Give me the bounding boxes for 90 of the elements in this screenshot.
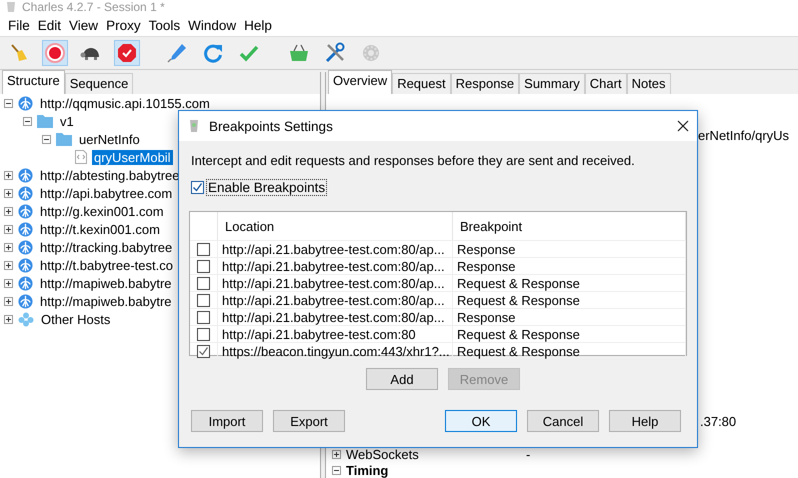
help-button[interactable]: Help (609, 410, 681, 432)
section-name: WebSockets (346, 446, 420, 462)
section-name: Timing (346, 462, 390, 478)
table-cell: Request & Response (453, 326, 686, 342)
checkbox[interactable] (197, 328, 210, 340)
tree-item[interactable]: qryUserMobil (92, 150, 173, 164)
ok-button[interactable]: OK (445, 410, 517, 432)
tab[interactable]: Chart (584, 73, 627, 94)
checkbox[interactable] (191, 181, 204, 194)
menu-item[interactable]: Edit (34, 18, 66, 32)
checkbox[interactable] (197, 260, 210, 272)
tree-item[interactable]: http://qqmusic.api.10155.com (38, 96, 212, 110)
description: Intercept and edit requests and responses before they are sent and received. (191, 153, 636, 168)
expander-icon[interactable] (4, 224, 13, 234)
checkbox[interactable] (197, 310, 210, 324)
stop-sign-icon[interactable] (114, 40, 140, 66)
expander-icon[interactable] (4, 296, 13, 306)
import-button[interactable]: Import (191, 410, 263, 432)
jar-icon (6, 1, 16, 13)
tree-item[interactable]: http://abtesting.babytree (38, 168, 182, 182)
expander-icon[interactable] (4, 188, 13, 198)
menu-item[interactable]: View (65, 18, 102, 32)
tab[interactable]: Request (392, 73, 451, 94)
tree-item[interactable]: http://t.kexin001.com (38, 222, 162, 236)
expander-icon[interactable] (4, 242, 13, 252)
tab[interactable]: Notes (626, 73, 671, 94)
menu-item[interactable]: Help (240, 18, 276, 32)
tab[interactable]: Response (450, 73, 520, 94)
table-cell: http://api.21.babytree-test.com:80/ap... (218, 258, 453, 274)
tab[interactable]: Sequence (64, 73, 134, 94)
value-text: - (526, 446, 530, 462)
cancel-button[interactable]: Cancel (527, 410, 599, 432)
table-cell: http://api.21.babytree-test.com:80/ap... (218, 292, 453, 308)
file-icon (75, 150, 87, 164)
table-cell: Request & Response (453, 343, 686, 359)
expander-icon[interactable] (23, 116, 32, 126)
menu-item[interactable]: Proxy (102, 18, 145, 32)
table-cell: Response (453, 309, 686, 325)
expander-icon[interactable] (4, 206, 13, 216)
expander-icon[interactable] (4, 314, 13, 324)
value-text: .37:80 (700, 414, 736, 430)
export-button[interactable]: Export (273, 410, 345, 432)
folder-icon (37, 114, 53, 128)
column-header[interactable]: Location (218, 212, 453, 240)
tree-item[interactable]: uerNetInfo (77, 132, 142, 146)
table-cell: http://api.21.babytree-test.com:80/ap... (218, 275, 453, 291)
checkbox[interactable] (197, 294, 210, 306)
tree-item[interactable]: v1 (58, 114, 76, 128)
folder-icon (56, 132, 72, 146)
jar-icon (189, 119, 199, 133)
tree-item[interactable]: http://mapiweb.babytre (38, 294, 174, 308)
add-button[interactable]: Add (366, 368, 438, 390)
column-header[interactable]: Breakpoint (453, 212, 686, 240)
menu-item[interactable]: File (4, 18, 34, 32)
window-title: Charles 4.2.7 - Session 1 * (22, 0, 165, 14)
value-text: erNetInfo/qryUs (698, 128, 790, 144)
table-cell: Request & Response (453, 275, 686, 291)
table-cell: https://beacon.tingyun.com:443/xhr1?... (218, 343, 453, 359)
menu-item[interactable]: Window (184, 18, 240, 32)
hosts-icon (18, 312, 34, 326)
checkbox[interactable] (197, 242, 210, 256)
table-cell: Request & Response (453, 292, 686, 308)
tree-item[interactable]: http://api.babytree.com (38, 186, 174, 200)
tree-item[interactable]: http://g.kexin001.com (38, 204, 166, 218)
checkbox[interactable] (197, 276, 210, 290)
table-cell: http://api.21.babytree-test.com:80 (218, 326, 453, 342)
tab[interactable]: Structure (2, 70, 65, 94)
tab[interactable]: Overview (328, 70, 392, 94)
expander-icon[interactable] (332, 466, 341, 474)
expander-icon[interactable] (332, 450, 341, 458)
checkbox-label[interactable]: Enable Breakpoints (207, 180, 326, 195)
expander-icon[interactable] (4, 170, 13, 180)
tree-item[interactable]: Other Hosts (39, 312, 112, 326)
expander-icon[interactable] (4, 260, 13, 270)
table-cell: http://api.21.babytree-test.com:80/ap... (218, 241, 453, 257)
record-icon[interactable] (42, 40, 68, 66)
tree-item[interactable]: http://tracking.babytree (38, 240, 174, 254)
menu-item[interactable]: Tools (144, 18, 184, 32)
expander-icon[interactable] (42, 134, 51, 144)
tab[interactable]: Summary (519, 73, 585, 94)
dialog-title: Breakpoints Settings (209, 118, 334, 134)
expander-icon[interactable] (4, 278, 13, 288)
close-icon[interactable] (677, 120, 689, 132)
table-cell: Response (453, 241, 686, 257)
table-cell: Response (453, 258, 686, 274)
checkbox[interactable] (197, 344, 210, 358)
tree-item[interactable]: http://mapiweb.babytre (38, 276, 174, 290)
expander-icon[interactable] (4, 98, 13, 108)
table-cell: http://api.21.babytree-test.com:80/ap... (218, 309, 453, 325)
tree-item[interactable]: http://t.babytree-test.co (38, 258, 175, 272)
